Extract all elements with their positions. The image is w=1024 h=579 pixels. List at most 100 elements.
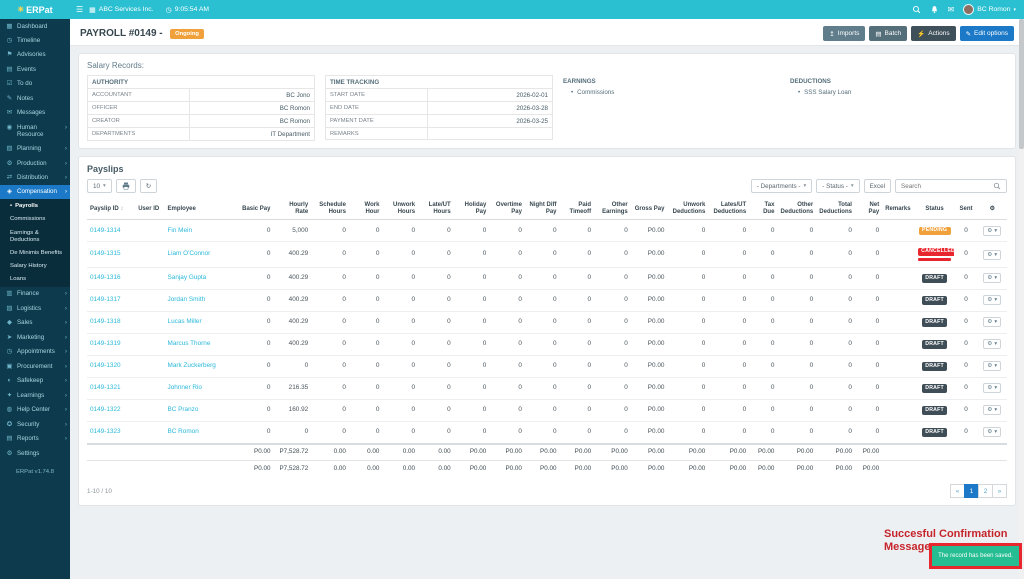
sidebar-item-production[interactable]: ⚙ Production › [0, 156, 70, 170]
row-actions-button[interactable]: ⚙ ▾ [983, 249, 1002, 260]
scrollbar-track[interactable] [1019, 19, 1024, 579]
employee-link[interactable]: Johnner Rio [168, 384, 202, 391]
employee-link[interactable]: Fin Mein [168, 227, 193, 234]
actions-button[interactable]: ⚡ Actions [911, 26, 956, 42]
col-header-hourly-rate[interactable]: Hourly Rate [273, 199, 312, 221]
sidebar-item-logistics[interactable]: ▨ Logistics › [0, 301, 70, 315]
sidebar-item-messages[interactable]: ✉ Messages [0, 106, 70, 120]
col-header-holiday-pay[interactable]: Holiday Pay [453, 199, 490, 221]
col-header-gross-pay[interactable]: Gross Pay [630, 199, 668, 221]
menu-toggle-icon[interactable]: ☰ [76, 5, 83, 14]
sidebar-item-compensation[interactable]: ◈ Compensation › [0, 184, 70, 200]
sidebar-item-help-center[interactable]: ◍ Help Center › [0, 403, 70, 417]
payslip-id-link[interactable]: 0149-1323 [90, 428, 121, 435]
submenu-item-de-minimis-benefits[interactable]: De Minimis Benefits [0, 247, 70, 260]
col-header-overtime-pay[interactable]: Overtime Pay [489, 199, 525, 221]
excel-export-button[interactable]: Excel [863, 179, 891, 193]
col-header-basic-pay[interactable]: Basic Pay [237, 199, 274, 221]
print-button[interactable] [115, 179, 136, 193]
col-header-other-earnings[interactable]: Other Earnings [594, 199, 631, 221]
submenu-item-earnings-deductions[interactable]: Earnings & Deductions [0, 227, 70, 247]
sidebar-item-marketing[interactable]: ➤ Marketing › [0, 330, 70, 344]
sidebar-item-sales[interactable]: ◆ Sales › [0, 316, 70, 330]
employee-link[interactable]: Marcus Thorne [168, 340, 211, 347]
sidebar-item-settings[interactable]: ⚙ Settings [0, 446, 70, 460]
sidebar-item-timeline[interactable]: ◷ Timeline [0, 33, 70, 47]
submenu-item-loans[interactable]: Loans [0, 273, 70, 286]
search-icon[interactable] [912, 5, 921, 14]
sidebar-item-notes[interactable]: ✎ Notes [0, 91, 70, 105]
messages-icon[interactable]: ✉ [948, 5, 955, 14]
page-button-2[interactable]: 2 [978, 484, 993, 499]
edit-options-button[interactable]: ✎ Edit options [959, 26, 1014, 42]
col-header-work-hour[interactable]: Work Hour [348, 199, 383, 221]
row-actions-button[interactable]: ⚙ ▾ [983, 225, 1002, 236]
payslip-id-link[interactable]: 0149-1320 [90, 362, 121, 369]
payslip-id-link[interactable]: 0149-1316 [90, 274, 121, 281]
company-selector[interactable]: ▦ ABC Services Inc. [89, 6, 153, 14]
app-logo[interactable]: ✳ ERPat [0, 0, 70, 19]
sidebar-item-dashboard[interactable]: ▦ Dashboard [0, 19, 70, 33]
batch-button[interactable]: ▤ Batch [869, 26, 908, 42]
sidebar-item-planning[interactable]: ▧ Planning › [0, 142, 70, 156]
col-header-employee[interactable]: Employee [164, 199, 238, 221]
col-header-actions[interactable]: ⚙ [977, 199, 1007, 221]
sidebar-item-human-resource[interactable]: ◉ Human Resource › [0, 120, 70, 141]
row-actions-button[interactable]: ⚙ ▾ [983, 427, 1002, 438]
sidebar-item-security[interactable]: ✪ Security › [0, 417, 70, 431]
row-actions-button[interactable]: ⚙ ▾ [983, 361, 1002, 372]
sidebar-item-appointments[interactable]: ◷ Appointments › [0, 345, 70, 359]
scrollbar-thumb[interactable] [1019, 19, 1024, 149]
sidebar-item-distribution[interactable]: ⇄ Distribution › [0, 170, 70, 184]
row-actions-button[interactable]: ⚙ ▾ [983, 383, 1002, 394]
status-filter[interactable]: - Status - ▾ [816, 179, 860, 193]
col-header-unwork-deductions[interactable]: Unwork Deductions [667, 199, 709, 221]
payslip-id-link[interactable]: 0149-1319 [90, 340, 121, 347]
submenu-item-commissions[interactable]: Commissions [0, 213, 70, 226]
submenu-item-salary-history[interactable]: Salary History [0, 260, 70, 273]
col-header-schedule-hours[interactable]: Schedule Hours [311, 199, 349, 221]
employee-link[interactable]: Jordan Smith [168, 296, 206, 303]
payslip-id-link[interactable]: 0149-1322 [90, 406, 121, 413]
bell-icon[interactable] [930, 5, 939, 14]
sidebar-item-safekeep[interactable]: ◐ Safekeep › [0, 374, 70, 388]
row-actions-button[interactable]: ⚙ ▾ [983, 295, 1002, 306]
page-button-[interactable]: « [950, 484, 965, 499]
departments-filter[interactable]: - Departments - ▾ [750, 179, 813, 193]
payslip-id-link[interactable]: 0149-1315 [90, 250, 121, 257]
sidebar-item-advisories[interactable]: ⚑ Advisories [0, 48, 70, 62]
employee-link[interactable]: BC Romon [168, 428, 199, 435]
row-actions-button[interactable]: ⚙ ▾ [983, 405, 1002, 416]
sidebar-item-finance[interactable]: ▥ Finance › [0, 287, 70, 301]
sidebar-item-reports[interactable]: ▤ Reports › [0, 432, 70, 446]
page-button-1[interactable]: 1 [964, 484, 979, 499]
refresh-button[interactable]: ↻ [139, 179, 158, 193]
row-actions-button[interactable]: ⚙ ▾ [983, 273, 1002, 284]
search-input[interactable] [901, 182, 991, 190]
col-header-paid-timeoff[interactable]: Paid Timeoff [559, 199, 595, 221]
col-header-late-ut-hours[interactable]: Late/UT Hours [418, 199, 454, 221]
submenu-item-payrolls[interactable]: • Payrolls [0, 200, 70, 213]
col-header-lates-ut-deductions[interactable]: Lates/UT Deductions [708, 199, 750, 221]
col-header-status[interactable]: Status [914, 199, 955, 221]
employee-link[interactable]: BC Pranzo [168, 406, 199, 413]
sidebar-item-learnings[interactable]: ✦ Learnings › [0, 388, 70, 402]
employee-link[interactable]: Lucas Miller [168, 318, 202, 325]
sidebar-item-procurement[interactable]: ▣ Procurement › [0, 359, 70, 373]
employee-link[interactable]: Liam O'Connor [168, 250, 211, 257]
col-header-user-id[interactable]: User ID [135, 199, 165, 221]
col-header-tax-due[interactable]: Tax Due [749, 199, 778, 221]
col-header-payslip-id[interactable]: Payslip ID ↕ [87, 199, 136, 221]
employee-link[interactable]: Sanjay Gupta [168, 274, 207, 281]
page-button-[interactable]: » [992, 484, 1007, 499]
page-size-select[interactable]: 10 ▾ [87, 179, 112, 193]
col-header-unwork-hours[interactable]: Unwork Hours [382, 199, 419, 221]
payslip-id-link[interactable]: 0149-1318 [90, 318, 121, 325]
col-header-net-pay[interactable]: Net Pay [854, 199, 883, 221]
payslip-id-link[interactable]: 0149-1317 [90, 296, 121, 303]
col-header-other-deductions[interactable]: Other Deductions [777, 199, 817, 221]
employee-link[interactable]: Mark Zuckerberg [168, 362, 216, 369]
col-header-total-deductions[interactable]: Total Deductions [816, 199, 855, 221]
col-header-night-diff-pay[interactable]: Night Diff Pay [524, 199, 560, 221]
sidebar-item-to-do[interactable]: ☑ To do [0, 77, 70, 91]
